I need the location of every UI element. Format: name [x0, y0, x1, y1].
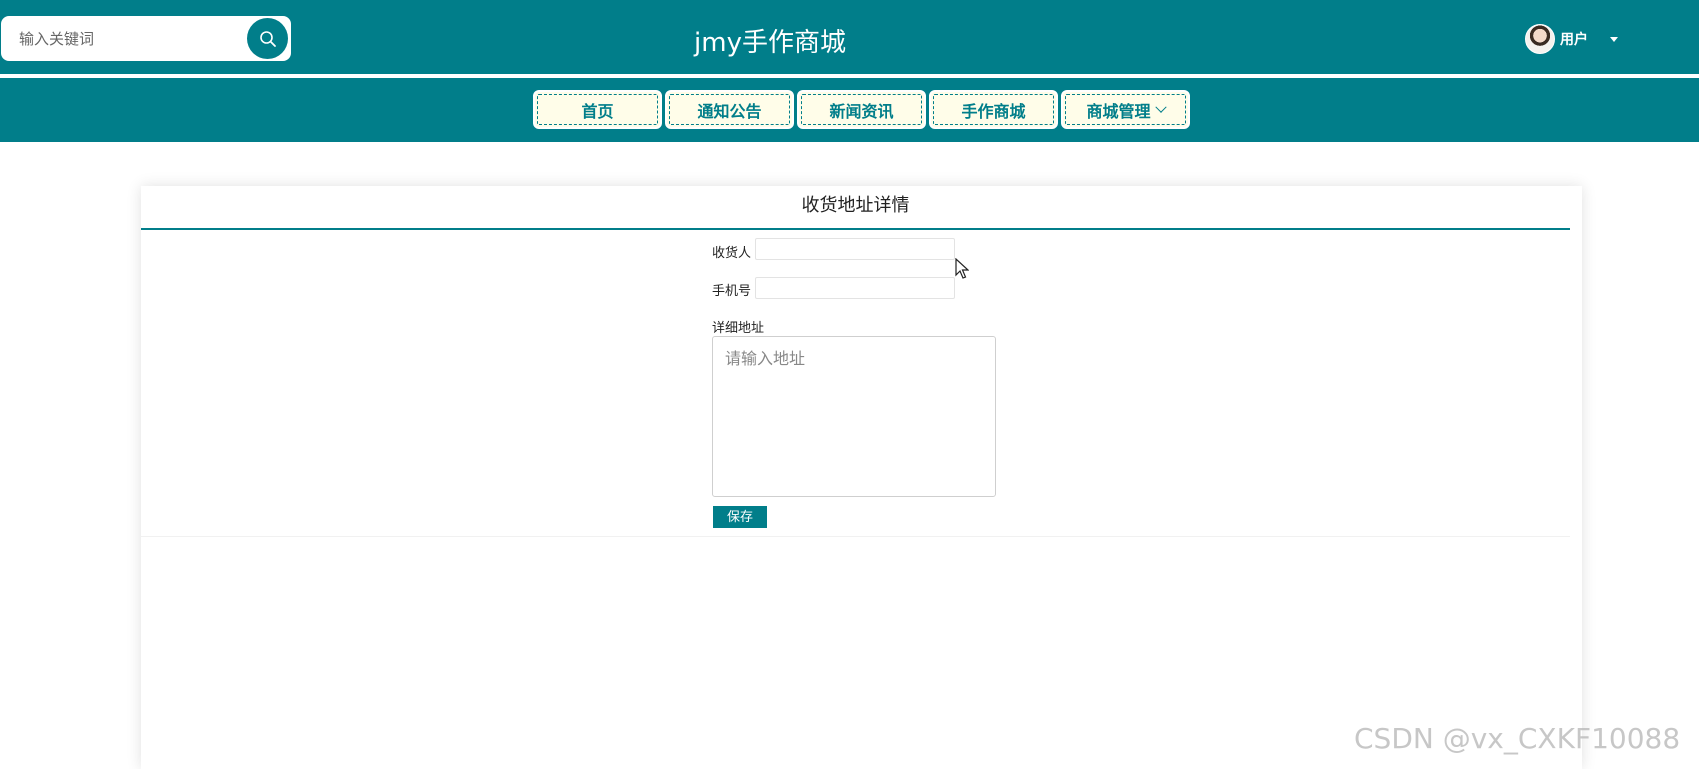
nav-item-shop[interactable]: 手作商城 [929, 90, 1058, 129]
receiver-input[interactable] [755, 238, 955, 260]
avatar [1525, 24, 1555, 54]
nav-item-mall-admin[interactable]: 商城管理 [1061, 90, 1190, 129]
address-textarea[interactable] [712, 336, 996, 497]
nav-bar: 首页 通知公告 新闻资讯 手作商城 商城管理 [0, 78, 1699, 142]
nav-item-home[interactable]: 首页 [533, 90, 662, 129]
caret-down-icon [1610, 36, 1618, 42]
top-header: jmy手作商城 用户 [0, 0, 1699, 76]
nav-item-label: 首页 [581, 101, 614, 121]
search-box [1, 16, 291, 61]
chevron-down-icon [1154, 101, 1167, 113]
save-button[interactable]: 保存 [713, 506, 767, 528]
mouse-cursor-icon [955, 258, 969, 279]
address-label: 详细地址 [712, 321, 765, 336]
nav-item-news[interactable]: 新闻资讯 [797, 90, 926, 129]
search-icon [259, 30, 276, 47]
address-detail-card: 收货地址详情 收货人 手机号 详细地址 保存 [141, 186, 1582, 769]
user-menu[interactable]: 用户 [1525, 24, 1618, 54]
search-input[interactable] [19, 26, 239, 52]
nav-item-notice[interactable]: 通知公告 [665, 90, 794, 129]
watermark: CSDN @vx_CXKF10088 [1354, 722, 1681, 755]
user-label: 用户 [1560, 32, 1588, 48]
nav-item-label: 新闻资讯 [829, 101, 894, 121]
nav-item-label: 商城管理 [1086, 101, 1151, 121]
receiver-label: 收货人 [712, 246, 752, 261]
site-title: jmy手作商城 [694, 28, 846, 58]
nav-item-label: 手作商城 [961, 101, 1026, 121]
phone-input[interactable] [755, 277, 955, 299]
phone-label: 手机号 [712, 284, 752, 299]
card-title: 收货地址详情 [141, 186, 1570, 230]
search-button[interactable] [247, 18, 288, 59]
nav-list: 首页 通知公告 新闻资讯 手作商城 商城管理 [533, 90, 1193, 129]
divider [141, 536, 1570, 537]
nav-item-label: 通知公告 [697, 101, 762, 121]
